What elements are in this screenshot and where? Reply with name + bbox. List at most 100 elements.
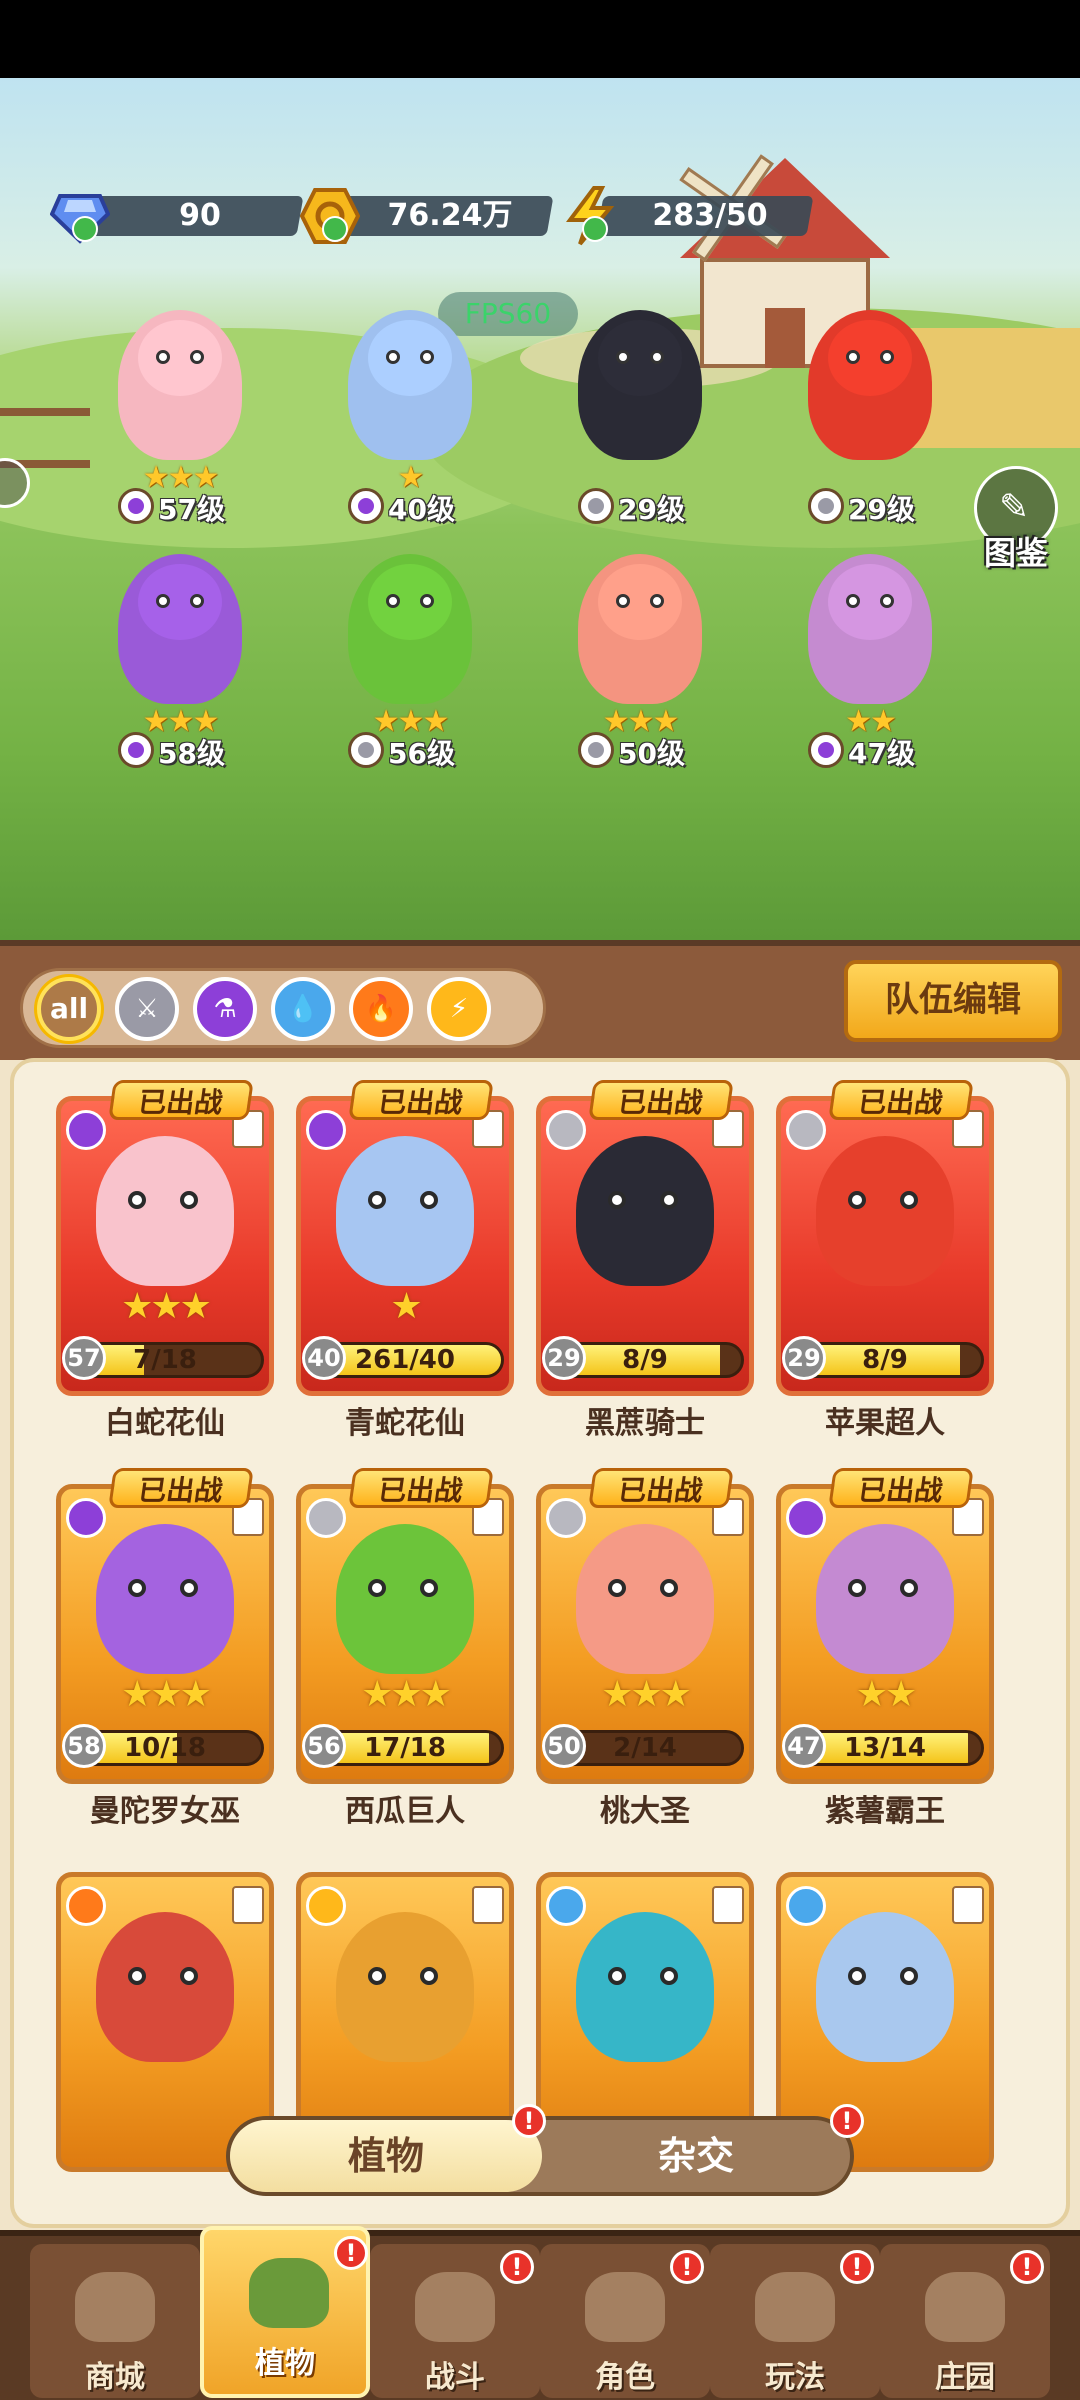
team-scene: 90 ! 76.24万 283/50 FPS60 ✎ 图鉴 ★★★57级★40级… [0, 78, 1080, 940]
field-hero[interactable]: ★★★ 58级 [100, 554, 260, 770]
hero-level: 56级 [388, 737, 455, 770]
filter-all[interactable]: all [37, 977, 101, 1041]
notice-badge: ! [670, 2250, 704, 2284]
nav-label: 玩法 [765, 2360, 825, 2395]
add-gems-icon[interactable]: ! [72, 216, 98, 242]
plant-name: 曼陀罗女巫 [90, 1794, 240, 1829]
manor-icon [925, 2272, 1005, 2342]
field-hero[interactable]: ★★ 47级 [790, 554, 950, 770]
plant-name: 青蛇花仙 [345, 1406, 465, 1441]
plant-card[interactable]: 已出战 ★★★ 10/18 58 曼陀罗女巫 [56, 1468, 274, 1829]
field-hero[interactable]: ★ 40级 [330, 310, 490, 526]
sword-type-icon [546, 1498, 586, 1538]
plant-card[interactable]: 已出战 ★★ 13/14 47 紫薯霸王 [776, 1468, 994, 1829]
gameplay-icon [755, 2272, 835, 2342]
plant-card[interactable]: 已出战 8/9 29 黑蔗骑士 [536, 1080, 754, 1441]
energy-value: 283/50 [652, 198, 768, 233]
filter-fire-icon[interactable]: 🔥 [349, 977, 413, 1041]
nav-gameplay[interactable]: 玩法! [710, 2244, 880, 2398]
field-hero[interactable]: 29级 [560, 310, 720, 526]
team-edit-button[interactable]: 队伍编辑 [844, 960, 1062, 1042]
add-coins-icon[interactable] [322, 216, 348, 242]
plant-name: 桃大圣 [600, 1794, 690, 1829]
deployed-badge: 已出战 [588, 1080, 734, 1120]
plants-notice-badge: ! [512, 2104, 546, 2138]
filter-sword-icon[interactable]: ⚔ [115, 977, 179, 1041]
hybrid-notice-badge: ! [830, 2104, 864, 2138]
plant-name: 西瓜巨人 [345, 1794, 465, 1829]
plant-portrait [336, 1912, 474, 2062]
water-type-icon [786, 1886, 826, 1926]
sword-type-icon [306, 1498, 346, 1538]
potion-type-icon [348, 488, 384, 524]
sword-type-icon [808, 488, 844, 524]
field-hero[interactable]: ★★★ 50级 [560, 554, 720, 770]
potion-type-icon [118, 732, 154, 768]
potion-type-icon [306, 1110, 346, 1150]
nav-plants[interactable]: 植物! [200, 2226, 370, 2398]
atlas-button[interactable]: ✎ 图鉴 [968, 466, 1064, 576]
gems-value: 90 [179, 198, 221, 233]
field-hero[interactable]: ★★★ 56级 [330, 554, 490, 770]
hero-level: 58级 [158, 737, 225, 770]
sword-type-icon [578, 488, 614, 524]
tab-hybrid[interactable]: 杂交 [542, 2120, 850, 2192]
notice-badge: ! [840, 2250, 874, 2284]
plant-card[interactable]: 已出战 ★★★ 2/14 50 桃大圣 [536, 1468, 754, 1829]
potion-type-icon [66, 1110, 106, 1150]
deployed-badge: 已出战 [348, 1080, 494, 1120]
tab-plants[interactable]: 植物 [230, 2120, 542, 2192]
add-energy-icon[interactable] [582, 216, 608, 242]
plant-stars: ★★★ [121, 1674, 212, 1715]
atlas-label: 图鉴 [983, 534, 1048, 572]
plant-portrait [96, 1912, 234, 2062]
nav-character[interactable]: 角色! [540, 2244, 710, 2398]
coins-value: 76.24万 [387, 198, 513, 233]
plant-portrait [576, 1136, 714, 1286]
plant-name: 紫薯霸王 [825, 1794, 945, 1829]
plant-portrait [96, 1136, 234, 1286]
bottom-nav: 商城 植物! 战斗! 角色! 玩法! 庄园! [0, 2226, 1080, 2400]
potion-type-icon [808, 732, 844, 768]
plant-card[interactable]: 已出战 ★★★ 17/18 56 西瓜巨人 [296, 1468, 514, 1829]
potion-type-icon [118, 488, 154, 524]
slot-icon [712, 1886, 744, 1924]
filter-bolt-icon[interactable]: ⚡ [427, 977, 491, 1041]
deployed-badge: 已出战 [348, 1468, 494, 1508]
water-type-icon [546, 1886, 586, 1926]
plant-level: 29 [542, 1336, 586, 1380]
nav-manor[interactable]: 庄园! [880, 2244, 1050, 2398]
nav-label: 植物 [255, 2346, 315, 2381]
plant-stars: ★★★ [361, 1674, 452, 1715]
plant-level: 57 [62, 1336, 106, 1380]
hero-level: 40级 [388, 493, 455, 526]
nav-battle[interactable]: 战斗! [370, 2244, 540, 2398]
type-filter: all ⚔ ⚗ 💧 🔥 ⚡ [20, 968, 546, 1048]
plant-portrait [336, 1524, 474, 1674]
plant-level: 56 [302, 1724, 346, 1768]
deployed-badge: 已出战 [108, 1468, 254, 1508]
plant-name: 黑蔗骑士 [585, 1406, 705, 1441]
nav-shop[interactable]: 商城 [30, 2244, 200, 2398]
plant-portrait [816, 1136, 954, 1286]
sword-type-icon [546, 1110, 586, 1150]
plant-name: 苹果超人 [825, 1406, 945, 1441]
field-hero[interactable]: 29级 [790, 310, 950, 526]
deployed-badge: 已出战 [588, 1468, 734, 1508]
plant-card[interactable]: 已出战 ★ 261/40 40 青蛇花仙 [296, 1080, 514, 1441]
hero-level: 29级 [848, 493, 915, 526]
potion-type-icon [66, 1498, 106, 1538]
nav-label: 角色 [595, 2360, 655, 2395]
filter-water-icon[interactable]: 💧 [271, 977, 335, 1041]
plant-card-grid[interactable]: 已出战 ★★★ 7/18 57 白蛇花仙 已出战 ★ 261/40 40 青蛇花仙 已出战 8/9 29… [10, 1058, 1070, 2228]
filter-potion-icon[interactable]: ⚗ [193, 977, 257, 1041]
plant-card[interactable]: 已出战 ★★★ 7/18 57 白蛇花仙 [56, 1080, 274, 1441]
plant-hybrid-toggle[interactable]: 植物 杂交 ! ! [226, 2104, 864, 2196]
field-hero[interactable]: ★★★ 57级 [100, 310, 260, 526]
plant-card[interactable]: 已出战 8/9 29 苹果超人 [776, 1080, 994, 1441]
slot-icon [472, 1886, 504, 1924]
shop-icon [75, 2272, 155, 2342]
nav-label: 战斗 [425, 2360, 485, 2395]
plant-level: 47 [782, 1724, 826, 1768]
plant-portrait [96, 1524, 234, 1674]
